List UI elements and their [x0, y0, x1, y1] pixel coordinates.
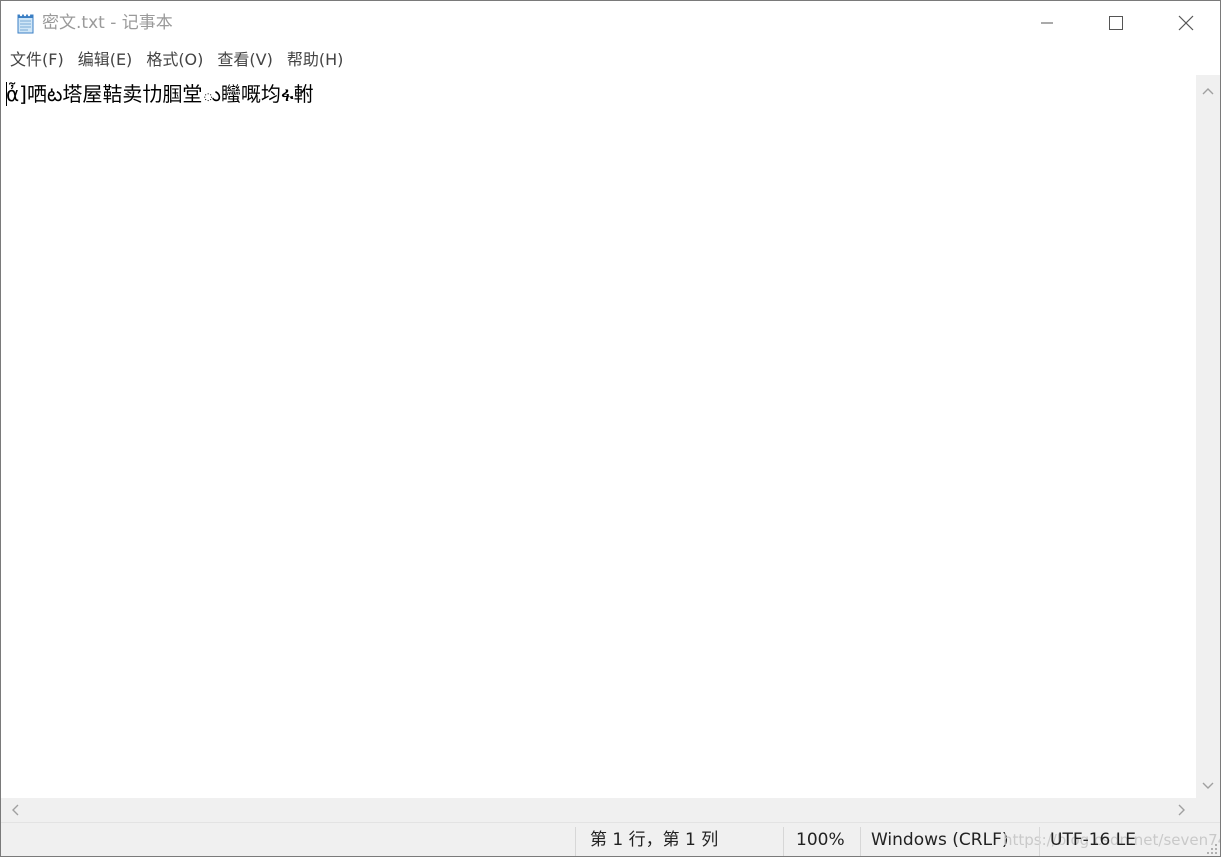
- title-bar[interactable]: 密文.txt - 记事本: [1, 1, 1220, 45]
- text-caret: [6, 82, 7, 106]
- resize-grip-icon[interactable]: [1204, 840, 1218, 854]
- scrollbar-corner: [1196, 798, 1220, 822]
- vertical-scrollbar[interactable]: [1196, 75, 1220, 798]
- editor-content[interactable]: ἆ]哂ట塔屋鞊卖㔹腘堂ు䂅嘅均ፋ軵: [6, 81, 314, 107]
- status-cursor-position: 第 1 行，第 1 列: [590, 830, 719, 850]
- status-separator: [860, 827, 861, 856]
- close-icon: [1177, 14, 1195, 32]
- status-separator: [1039, 827, 1040, 856]
- chevron-down-icon: [1202, 775, 1214, 794]
- menu-edit[interactable]: 编辑(E): [71, 46, 140, 74]
- status-separator: [783, 827, 784, 856]
- menu-file[interactable]: 文件(F): [3, 46, 71, 74]
- close-button[interactable]: [1151, 1, 1220, 45]
- scroll-down-button[interactable]: [1196, 770, 1220, 798]
- scroll-left-button[interactable]: [1, 798, 29, 822]
- window-title: 密文.txt - 记事本: [42, 13, 173, 33]
- status-encoding: UTF-16 LE: [1050, 830, 1136, 850]
- status-zoom: 100%: [796, 830, 845, 850]
- menu-view[interactable]: 查看(V): [210, 46, 279, 74]
- chevron-left-icon: [11, 801, 19, 820]
- minimize-button[interactable]: [1012, 1, 1082, 45]
- status-bar: 第 1 行，第 1 列 100% Windows (CRLF) https://…: [1, 822, 1220, 856]
- menu-bar: 文件(F) 编辑(E) 格式(O) 查看(V) 帮助(H): [1, 45, 1220, 75]
- menu-format[interactable]: 格式(O): [139, 46, 210, 74]
- minimize-icon: [1039, 15, 1055, 31]
- horizontal-scrollbar[interactable]: [1, 798, 1196, 822]
- notepad-icon[interactable]: [14, 12, 36, 34]
- scroll-up-button[interactable]: [1196, 75, 1220, 103]
- status-separator: [575, 827, 576, 856]
- maximize-icon: [1108, 15, 1124, 31]
- scroll-right-button[interactable]: [1168, 798, 1196, 822]
- status-line-ending: Windows (CRLF): [871, 830, 1009, 850]
- chevron-up-icon: [1202, 80, 1214, 99]
- notepad-window: 密文.txt - 记事本 文件(F) 编辑(E) 格式(O) 查看(V) 帮助(…: [0, 0, 1221, 857]
- maximize-button[interactable]: [1081, 1, 1151, 45]
- chevron-right-icon: [1178, 801, 1186, 820]
- text-editor[interactable]: ἆ]哂ట塔屋鞊卖㔹腘堂ు䂅嘅均ፋ軵: [1, 75, 1196, 798]
- menu-help[interactable]: 帮助(H): [280, 46, 351, 74]
